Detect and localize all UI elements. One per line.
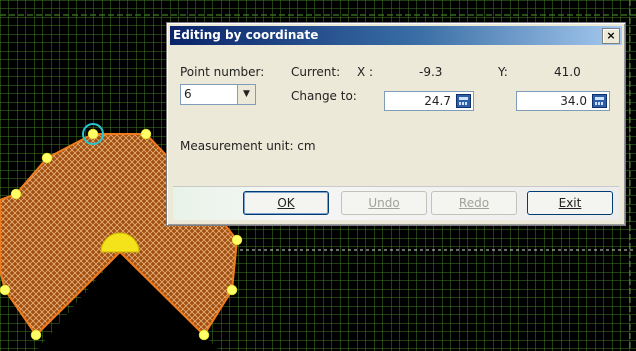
vertex-point [0,284,11,296]
vertex-point [231,234,243,246]
current-x-label: X : [357,65,374,79]
edit-coordinate-dialog: Editing by coordinate × Point number: Cu… [166,22,626,226]
point-number-label: Point number: [180,65,265,79]
undo-label: Undo [368,196,400,210]
vertex-point [198,329,210,341]
dialog-titlebar[interactable]: Editing by coordinate × [170,26,622,45]
redo-label: Redo [458,196,490,210]
measurement-unit-text: Measurement unit: cm [180,139,316,153]
change-to-label: Change to: [291,89,357,103]
current-y-label: Y: [498,65,508,79]
exit-button[interactable]: Exit [527,191,613,215]
redo-button[interactable]: Redo [431,191,517,215]
new-y-value: 34.0 [560,94,587,108]
current-label: Current: [291,65,341,79]
vertex-point [140,128,152,140]
point-number-dropdown[interactable]: 6 ▼ [180,84,256,105]
close-icon: × [606,29,616,42]
ok-button[interactable]: OK [243,191,329,215]
current-x-value: -9.3 [419,65,443,79]
new-x-input[interactable]: 24.7 [384,91,474,111]
undo-button[interactable]: Undo [341,191,427,215]
point-number-value: 6 [184,87,192,101]
exit-label: Exit [558,196,582,210]
new-x-value: 24.7 [424,94,451,108]
ok-label: OK [277,196,295,210]
button-bar: OK Undo Redo Exit [173,186,619,220]
close-button[interactable]: × [602,28,620,44]
calculator-icon[interactable] [456,94,471,108]
vertex-point [10,188,22,200]
current-y-value: 41.0 [554,65,581,79]
vertex-point [41,152,53,164]
new-y-input[interactable]: 34.0 [516,91,610,111]
calculator-icon[interactable] [592,94,607,108]
dialog-title: Editing by coordinate [173,28,319,42]
chevron-down-icon[interactable]: ▼ [237,85,255,104]
vertex-point [30,329,42,341]
vertex-point [226,284,238,296]
vertex-point [87,128,99,140]
